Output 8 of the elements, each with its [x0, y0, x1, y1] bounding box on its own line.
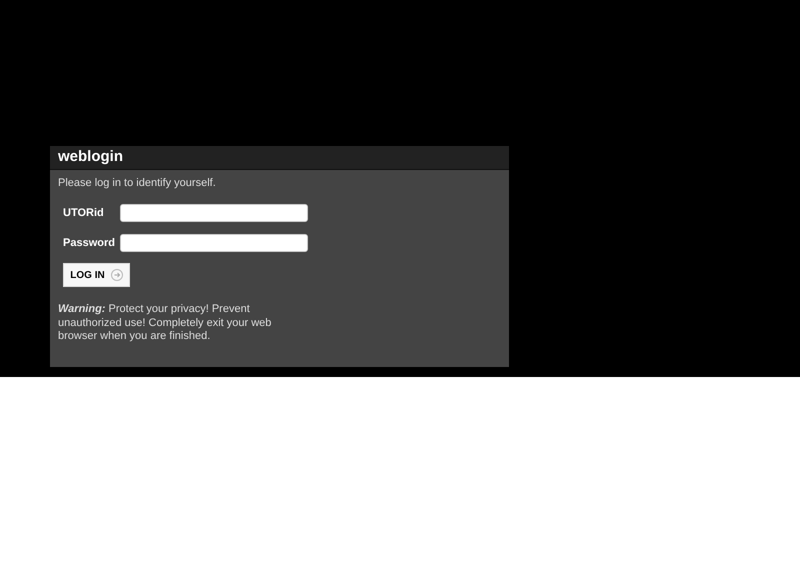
- login-button[interactable]: LOG IN: [63, 263, 130, 287]
- field-label: Password: [63, 236, 116, 251]
- field-label: UTORid: [63, 206, 105, 221]
- intro-text: Please log in to identify yourself.: [58, 176, 217, 190]
- input-field[interactable]: [120, 204, 308, 222]
- panel-title: weblogin: [58, 147, 123, 168]
- input-field[interactable]: [120, 234, 308, 252]
- warning-text: Warning: Protect your privacy! Prevent unauthorized use! Completely exit your web browser when you are finished.: [58, 303, 272, 344]
